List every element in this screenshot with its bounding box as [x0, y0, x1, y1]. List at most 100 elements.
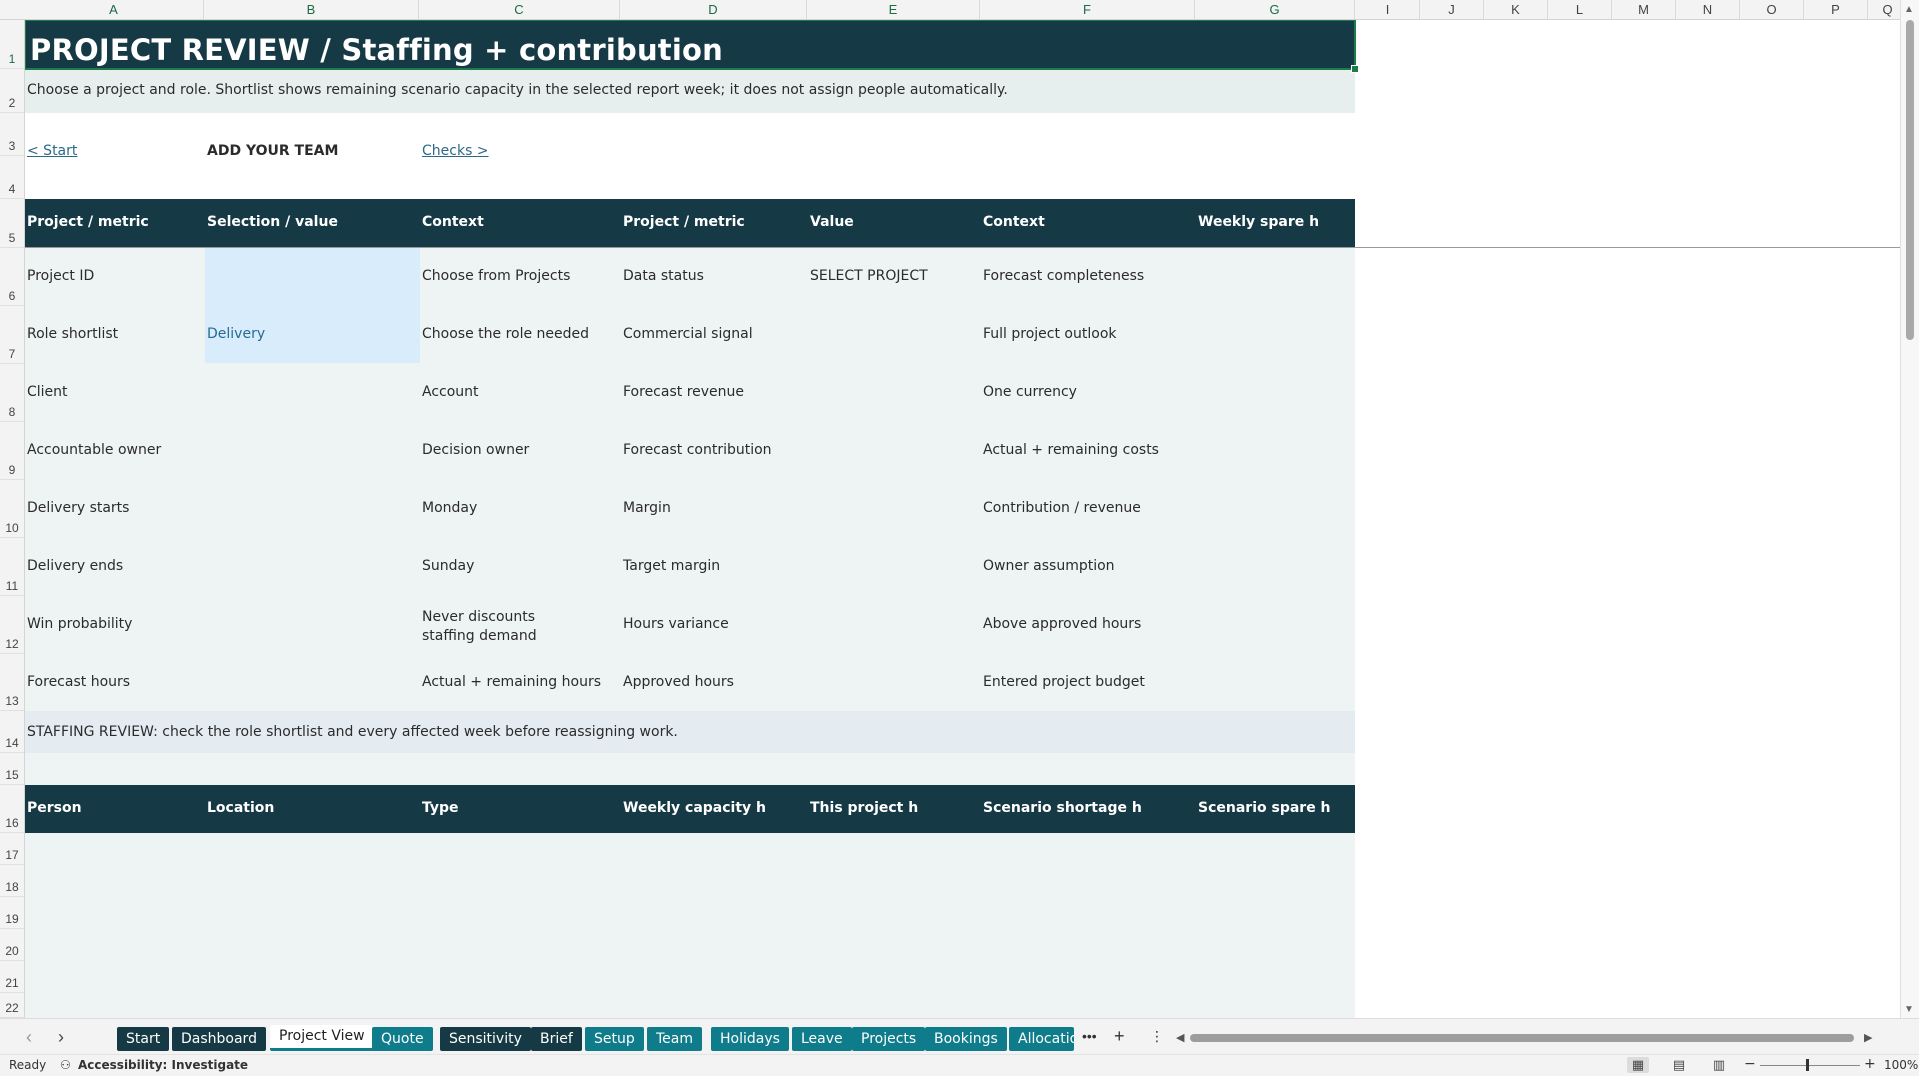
zoom-out-icon[interactable]: −	[1744, 1056, 1756, 1072]
normal-view-icon[interactable]: ▦	[1627, 1057, 1649, 1073]
column-header-b[interactable]: B	[204, 0, 419, 19]
project-row-cell: Choose the role needed	[422, 326, 590, 342]
scroll-left-icon[interactable]: ◀	[1176, 1031, 1184, 1044]
staff-header-cell: Location	[207, 800, 275, 816]
column-header-i[interactable]: I	[1356, 0, 1420, 19]
scroll-down-icon[interactable]: ▼	[1904, 1004, 1914, 1015]
instruction-band[interactable]: Choose a project and role. Shortlist sho…	[25, 69, 1355, 113]
staff-table-header: Person Location Type Weekly capacity h This …	[25, 785, 1355, 833]
column-header-p[interactable]: P	[1804, 0, 1868, 19]
scroll-right-icon[interactable]: ▶	[1864, 1031, 1872, 1044]
row-header-4[interactable]: 4	[0, 156, 24, 199]
row-header-5[interactable]: 5	[0, 199, 24, 248]
column-header-g[interactable]: G	[1195, 0, 1355, 19]
project-row-cell: Approved hours	[623, 674, 734, 690]
add-sheet-icon[interactable]: +	[1114, 1026, 1125, 1047]
page-break-view-icon[interactable]: ▥	[1708, 1057, 1730, 1073]
row-header-8[interactable]: 8	[0, 364, 24, 422]
row-header-20[interactable]: 20	[0, 929, 24, 961]
page-layout-view-icon[interactable]: ▤	[1668, 1057, 1690, 1073]
column-header-k[interactable]: K	[1484, 0, 1548, 19]
sheet-tab-bookings[interactable]: Bookings	[925, 1027, 1007, 1051]
sheet-tab-leave[interactable]: Leave	[792, 1027, 852, 1051]
row-header-1[interactable]: 1	[0, 20, 24, 69]
column-header-o[interactable]: O	[1740, 0, 1804, 19]
row-header-12[interactable]: 12	[0, 596, 24, 654]
accessibility-icon[interactable]: ⚇	[60, 1058, 71, 1072]
worksheet-grid[interactable]: PROJECT REVIEW / Staffing + contribution…	[25, 20, 1900, 1018]
row-header-9[interactable]: 9	[0, 422, 24, 480]
row-header-13[interactable]: 13	[0, 654, 24, 711]
vertical-scroll-thumb[interactable]	[1906, 20, 1914, 340]
row-header-10[interactable]: 10	[0, 480, 24, 538]
title-band[interactable]: PROJECT REVIEW / Staffing + contribution	[25, 20, 1355, 69]
zoom-level[interactable]: 100%	[1884, 1058, 1918, 1072]
column-header-a[interactable]: A	[24, 0, 204, 19]
accessibility-status[interactable]: Accessibility: Investigate	[78, 1058, 248, 1072]
row-header-14[interactable]: 14	[0, 711, 24, 753]
column-header-e[interactable]: E	[807, 0, 980, 19]
project-row-cell: Forecast hours	[27, 674, 131, 690]
row-header-16[interactable]: 16	[0, 785, 24, 833]
column-header-j[interactable]: J	[1420, 0, 1484, 19]
column-header-l[interactable]: L	[1548, 0, 1612, 19]
staff-header-cell: This project h	[810, 800, 919, 816]
sheet-tab-projects[interactable]: Projects	[852, 1027, 926, 1051]
row-header-strip: 1 2 3 4 5 6 7 8 9 10 11 12 13 14 15 16 17 18 19 20 21 22	[0, 20, 25, 1018]
row-header-22[interactable]: 22	[0, 993, 24, 1018]
zoom-slider[interactable]	[1760, 1065, 1860, 1066]
row-header-15[interactable]: 15	[0, 753, 24, 785]
fill-handle[interactable]	[1351, 65, 1359, 73]
project-row-cell: Never discounts staffing demand	[422, 609, 537, 644]
project-row-cell: Full project outlook	[983, 326, 1117, 342]
sheet-tab-project-view[interactable]: Project View	[270, 1025, 374, 1051]
row-number: 7	[8, 347, 16, 361]
row-number: 11	[5, 579, 19, 593]
prev-sheet-icon[interactable]: ‹	[26, 1027, 32, 1048]
checks-link[interactable]: Checks >	[422, 143, 489, 159]
row-header-17[interactable]: 17	[0, 833, 24, 865]
sheet-tab-sensitivity[interactable]: Sensitivity	[440, 1027, 531, 1051]
row-header-3[interactable]: 3	[0, 113, 24, 156]
scroll-up-icon[interactable]: ▲	[1904, 4, 1914, 15]
horizontal-scrollbar[interactable]: ◀ ▶	[1176, 1031, 1876, 1045]
sheet-tab-quote[interactable]: Quote	[372, 1027, 433, 1051]
sheet-tab-team[interactable]: Team	[647, 1027, 703, 1051]
column-header-m[interactable]: M	[1612, 0, 1676, 19]
column-header-d[interactable]: D	[620, 0, 807, 19]
row-header-11[interactable]: 11	[0, 538, 24, 596]
project-header-cell: Project / metric	[623, 214, 745, 230]
project-row-cell[interactable]: Delivery	[207, 326, 265, 342]
sheet-tab-setup[interactable]: Setup	[585, 1027, 644, 1051]
project-header-cell: Context	[422, 214, 484, 230]
more-sheets-icon[interactable]: •••	[1082, 1028, 1097, 1044]
column-header-c[interactable]: C	[419, 0, 620, 19]
sheet-options-icon[interactable]: ⋮	[1150, 1028, 1164, 1045]
row-header-7[interactable]: 7	[0, 306, 24, 364]
sheet-tab-start[interactable]: Start	[117, 1027, 170, 1051]
row-header-18[interactable]: 18	[0, 865, 24, 897]
zoom-slider-knob[interactable]	[1806, 1059, 1809, 1071]
staff-header-cell: Type	[422, 800, 459, 816]
column-header-f[interactable]: F	[980, 0, 1195, 19]
selection-input-cells[interactable]	[205, 248, 420, 363]
sheet-tab-holidays[interactable]: Holidays	[711, 1027, 789, 1051]
sheet-tab-allocations[interactable]: Allocations	[1009, 1027, 1074, 1051]
row-header-21[interactable]: 21	[0, 961, 24, 993]
column-header-strip: ABCDEFGIJKLMNOPQ	[0, 0, 1908, 20]
row-header-6[interactable]: 6	[0, 248, 24, 306]
next-sheet-icon[interactable]: ›	[58, 1027, 64, 1048]
row-header-2[interactable]: 2	[0, 69, 24, 113]
project-row-cell: Owner assumption	[983, 558, 1115, 574]
column-header-n[interactable]: N	[1676, 0, 1740, 19]
row-number: 9	[8, 463, 16, 477]
vertical-scrollbar[interactable]: ▲ ▼	[1900, 0, 1919, 1018]
project-row-cell: Entered project budget	[983, 674, 1145, 690]
row-header-19[interactable]: 19	[0, 897, 24, 929]
start-link[interactable]: < Start	[27, 143, 77, 159]
sheet-tab-brief[interactable]: Brief	[531, 1027, 582, 1051]
status-bar: Ready ⚇ Accessibility: Investigate ▦ ▤ ▥…	[0, 1054, 1919, 1076]
horizontal-scroll-thumb[interactable]	[1190, 1034, 1854, 1042]
zoom-in-icon[interactable]: +	[1864, 1056, 1876, 1072]
sheet-tab-dashboard[interactable]: Dashboard	[172, 1027, 266, 1051]
